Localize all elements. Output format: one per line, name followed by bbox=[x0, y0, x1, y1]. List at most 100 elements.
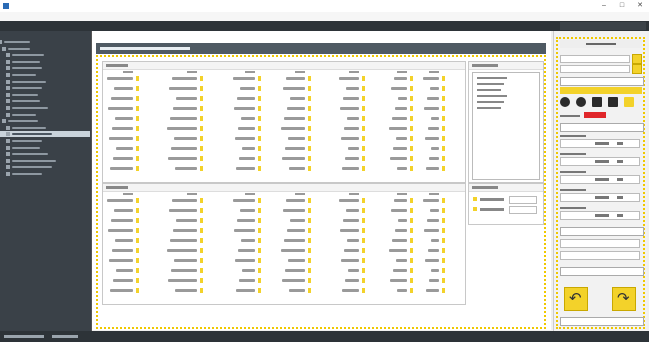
tree-node-icon bbox=[6, 59, 10, 64]
sidebar-item[interactable] bbox=[0, 145, 90, 151]
right-select[interactable] bbox=[560, 77, 644, 86]
table-row[interactable] bbox=[103, 86, 465, 92]
list-item[interactable] bbox=[477, 77, 507, 79]
table-row[interactable] bbox=[103, 166, 465, 172]
column-header[interactable] bbox=[245, 193, 255, 195]
extra-input[interactable] bbox=[560, 251, 640, 260]
option-chip[interactable] bbox=[473, 197, 477, 201]
table-row[interactable] bbox=[103, 258, 465, 264]
extra-input[interactable] bbox=[560, 239, 640, 248]
table-row[interactable] bbox=[103, 106, 465, 112]
table-row[interactable] bbox=[103, 136, 465, 142]
column-header[interactable] bbox=[429, 71, 439, 73]
value-input[interactable] bbox=[560, 211, 640, 220]
table-row[interactable] bbox=[103, 116, 465, 122]
right-field-2[interactable] bbox=[560, 65, 630, 73]
circle-icon[interactable] bbox=[576, 97, 586, 107]
main-content bbox=[92, 31, 551, 330]
sidebar-item[interactable] bbox=[0, 85, 90, 91]
list-item[interactable] bbox=[477, 95, 507, 97]
sidebar-item[interactable] bbox=[0, 79, 90, 85]
sidebar-item[interactable] bbox=[0, 164, 90, 170]
square-icon[interactable] bbox=[592, 97, 602, 107]
list-item[interactable] bbox=[477, 101, 504, 103]
table-row[interactable] bbox=[103, 268, 465, 274]
table-row[interactable] bbox=[103, 146, 465, 152]
column-header[interactable] bbox=[295, 193, 305, 195]
sidebar-item[interactable] bbox=[0, 118, 90, 124]
column-header[interactable] bbox=[123, 193, 133, 195]
table-row[interactable] bbox=[103, 218, 465, 224]
square-icon[interactable] bbox=[624, 97, 634, 107]
list-item[interactable] bbox=[477, 107, 501, 109]
option-input[interactable] bbox=[509, 206, 537, 214]
value-input[interactable] bbox=[560, 175, 640, 184]
sidebar-item[interactable] bbox=[0, 72, 90, 78]
sidebar-item[interactable] bbox=[0, 65, 90, 71]
column-header[interactable] bbox=[295, 71, 305, 73]
undo-button[interactable]: ↶ bbox=[564, 287, 588, 311]
footer-select[interactable] bbox=[560, 317, 644, 326]
column-header[interactable] bbox=[429, 193, 439, 195]
mode-select[interactable] bbox=[560, 123, 644, 132]
sidebar-item[interactable] bbox=[0, 59, 90, 65]
column-header[interactable] bbox=[187, 71, 197, 73]
field-action-button[interactable] bbox=[632, 64, 642, 74]
list-item[interactable] bbox=[477, 89, 501, 91]
table-row[interactable] bbox=[103, 76, 465, 82]
tertiary-select[interactable] bbox=[560, 267, 644, 276]
right-field-1[interactable] bbox=[560, 55, 630, 63]
table-cell bbox=[393, 269, 407, 272]
sidebar-item[interactable] bbox=[0, 171, 90, 177]
list-item[interactable] bbox=[477, 83, 504, 85]
sidebar-item[interactable] bbox=[0, 92, 90, 98]
column-header[interactable] bbox=[187, 193, 197, 195]
value-input[interactable] bbox=[560, 139, 640, 148]
close-button[interactable]: ✕ bbox=[631, 1, 649, 11]
circle-icon[interactable] bbox=[560, 97, 570, 107]
minimize-button[interactable]: – bbox=[595, 1, 613, 11]
secondary-select[interactable] bbox=[560, 227, 644, 236]
sidebar-item[interactable] bbox=[0, 158, 90, 164]
side-options-panel bbox=[468, 183, 544, 225]
option-input[interactable] bbox=[509, 196, 537, 204]
column-header[interactable] bbox=[349, 193, 359, 195]
column-header[interactable] bbox=[397, 193, 407, 195]
column-header[interactable] bbox=[245, 71, 255, 73]
table-row[interactable] bbox=[103, 248, 465, 254]
sidebar-item[interactable] bbox=[0, 52, 90, 58]
column-header[interactable] bbox=[123, 71, 133, 73]
cell-marker bbox=[308, 258, 311, 263]
table-row[interactable] bbox=[103, 278, 465, 284]
sidebar-item[interactable] bbox=[0, 112, 90, 118]
field-action-button[interactable] bbox=[632, 54, 642, 64]
table-row[interactable] bbox=[103, 288, 465, 294]
table-row[interactable] bbox=[103, 208, 465, 214]
table-row[interactable] bbox=[103, 198, 465, 204]
table-row[interactable] bbox=[103, 228, 465, 234]
value-input[interactable] bbox=[560, 193, 640, 202]
table-row[interactable] bbox=[103, 156, 465, 162]
column-header[interactable] bbox=[349, 71, 359, 73]
sidebar-item[interactable] bbox=[0, 131, 90, 138]
column-header[interactable] bbox=[397, 71, 407, 73]
table-row[interactable] bbox=[103, 96, 465, 102]
sidebar-item[interactable] bbox=[0, 151, 90, 157]
maximize-button[interactable]: □ bbox=[613, 1, 631, 11]
option-chip[interactable] bbox=[473, 207, 477, 211]
redo-button[interactable]: ↷ bbox=[612, 287, 636, 311]
redo-icon: ↷ bbox=[617, 290, 630, 307]
table-cell bbox=[431, 117, 439, 120]
sidebar-item[interactable] bbox=[0, 105, 90, 111]
sidebar-item[interactable] bbox=[0, 125, 90, 131]
sidebar-item[interactable] bbox=[0, 46, 90, 52]
side-list[interactable] bbox=[472, 72, 540, 180]
sidebar-item[interactable] bbox=[0, 39, 90, 45]
sidebar-item[interactable] bbox=[0, 98, 90, 104]
square-icon[interactable] bbox=[608, 97, 618, 107]
value-input[interactable] bbox=[560, 157, 640, 166]
table-row[interactable] bbox=[103, 238, 465, 244]
table-row[interactable] bbox=[103, 126, 465, 132]
sidebar-item[interactable] bbox=[0, 138, 90, 144]
panel-title bbox=[106, 186, 128, 189]
